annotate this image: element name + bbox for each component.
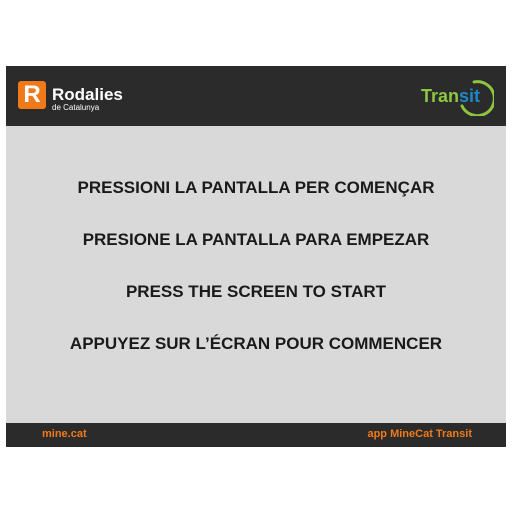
start-instructions[interactable]: PRESSIONI LA PANTALLA PER COMENÇAR PRESI…: [6, 179, 506, 387]
start-screen[interactable]: R Rodalies de Catalunya Transit PRESSION…: [6, 66, 506, 447]
footer-bar: mine.cat app MineCat Transit: [6, 423, 506, 447]
transit-wordmark: Transit: [421, 86, 480, 106]
transit-wordmark-part2: sit: [459, 86, 481, 106]
rodalies-logo-icon: R: [18, 81, 46, 109]
instruction-catalan: PRESSIONI LA PANTALLA PER COMENÇAR: [77, 178, 435, 197]
logo-letter: R: [23, 81, 41, 108]
transit-wordmark-part1: Tran: [421, 86, 460, 106]
instruction-english: PRESS THE SCREEN TO START: [125, 282, 387, 301]
header-bar: R Rodalies de Catalunya Transit: [6, 66, 506, 126]
brand-subtitle: de Catalunya: [52, 103, 100, 112]
instruction-spanish: PRESIONE LA PANTALLA PARA EMPEZAR: [82, 230, 430, 249]
brand: Rodalies de Catalunya: [52, 86, 123, 112]
footer-website: mine.cat: [42, 428, 87, 440]
instruction-french: APPUYEZ SUR L’ÉCRAN POUR COMMENCER: [69, 334, 443, 353]
transit-logo: Transit: [418, 76, 494, 116]
brand-name: Rodalies: [52, 85, 123, 104]
footer-app-name: app MineCat Transit: [367, 428, 472, 440]
